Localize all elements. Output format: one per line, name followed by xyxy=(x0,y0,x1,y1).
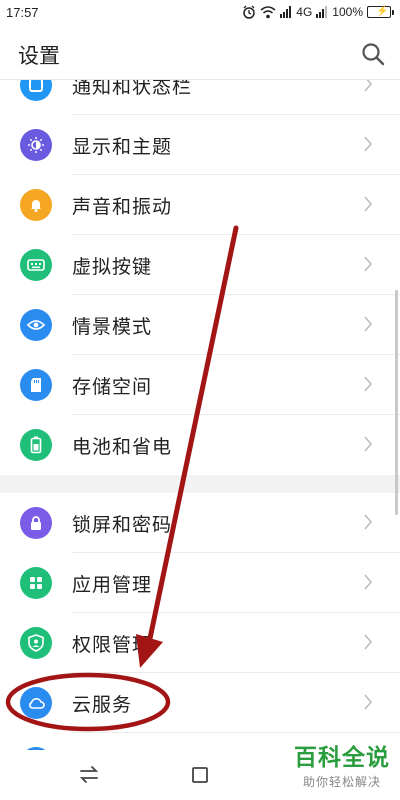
signal-icon xyxy=(280,6,292,18)
settings-item-cloud-service[interactable]: 云服务 xyxy=(0,673,400,733)
status-bar: 17:57 4G 100% ⚡ xyxy=(0,0,400,28)
alarm-icon xyxy=(243,5,256,19)
settings-item-label: 存储空间 xyxy=(72,376,153,398)
display-icon xyxy=(20,129,52,161)
settings-item-label: 虚拟按键 xyxy=(72,256,153,278)
settings-item-label: 权限管理 xyxy=(72,634,153,656)
swap-icon[interactable] xyxy=(76,762,102,788)
settings-item-permissions[interactable]: 权限管理 xyxy=(0,613,400,673)
watermark-title: 百科全说 xyxy=(294,745,390,771)
settings-item-notifications[interactable]: 通知和状态栏 xyxy=(0,80,400,115)
chevron-right-icon xyxy=(364,256,372,272)
signal-icon-2 xyxy=(316,6,328,18)
settings-item-display[interactable]: 显示和主题 xyxy=(0,115,400,175)
notification-icon xyxy=(20,80,52,101)
settings-item-app-management[interactable]: 应用管理 xyxy=(0,553,400,613)
app-header: 设置 xyxy=(0,28,400,80)
settings-item-lockscreen[interactable]: 锁屏和密码 xyxy=(0,493,400,553)
status-icons: 4G 100% ⚡ xyxy=(242,5,394,19)
network-type: 4G xyxy=(296,5,313,19)
square-icon[interactable] xyxy=(187,762,213,788)
apps-icon xyxy=(20,567,52,599)
settings-item-label: 声音和振动 xyxy=(72,196,173,218)
cloud-icon xyxy=(20,687,52,719)
watermark: 百科全说 助你轻松解决 xyxy=(294,738,390,790)
chevron-right-icon xyxy=(364,574,372,590)
scrollbar[interactable] xyxy=(395,290,398,515)
lock-icon xyxy=(20,507,52,539)
battery-icon xyxy=(20,429,52,461)
chevron-right-icon xyxy=(364,136,372,152)
chevron-right-icon xyxy=(364,514,372,530)
status-time: 17:57 xyxy=(6,5,39,20)
chevron-right-icon xyxy=(364,80,372,92)
chevron-right-icon xyxy=(364,694,372,710)
settings-item-label: 通知和状态栏 xyxy=(72,80,193,98)
battery-percent: 100% xyxy=(332,5,363,19)
settings-item-label: 应用管理 xyxy=(72,574,153,596)
settings-item-label: 显示和主题 xyxy=(72,136,173,158)
settings-item-battery[interactable]: 电池和省电 xyxy=(0,415,400,475)
chevron-right-icon xyxy=(364,196,372,212)
page-title: 设置 xyxy=(18,44,60,68)
eye-icon xyxy=(20,309,52,341)
settings-list: 通知和状态栏 显示和主题 声音和振动 虚拟按键 情景模式 存储空间 电池和省电 … xyxy=(0,80,400,750)
chevron-right-icon xyxy=(364,634,372,650)
shield-icon xyxy=(20,627,52,659)
settings-item-storage[interactable]: 存储空间 xyxy=(0,355,400,415)
settings-item-label: 情景模式 xyxy=(72,316,153,338)
chevron-right-icon xyxy=(364,376,372,392)
keyboard-icon xyxy=(20,249,52,281)
sdcard-icon xyxy=(20,369,52,401)
chevron-right-icon xyxy=(364,436,372,452)
settings-item-sound[interactable]: 声音和振动 xyxy=(0,175,400,235)
chevron-right-icon xyxy=(364,316,372,332)
battery-icon: ⚡ xyxy=(367,6,394,18)
wifi-icon xyxy=(260,5,276,18)
search-icon[interactable] xyxy=(360,41,386,67)
settings-item-label: 电池和省电 xyxy=(72,436,173,458)
settings-item-virtual-keys[interactable]: 虚拟按键 xyxy=(0,235,400,295)
settings-item-label: 云服务 xyxy=(72,694,133,716)
watermark-subtitle: 助你轻松解决 xyxy=(302,775,381,789)
settings-item-scene-mode[interactable]: 情景模式 xyxy=(0,295,400,355)
settings-item-label: 锁屏和密码 xyxy=(72,514,173,536)
bell-icon xyxy=(20,189,52,221)
